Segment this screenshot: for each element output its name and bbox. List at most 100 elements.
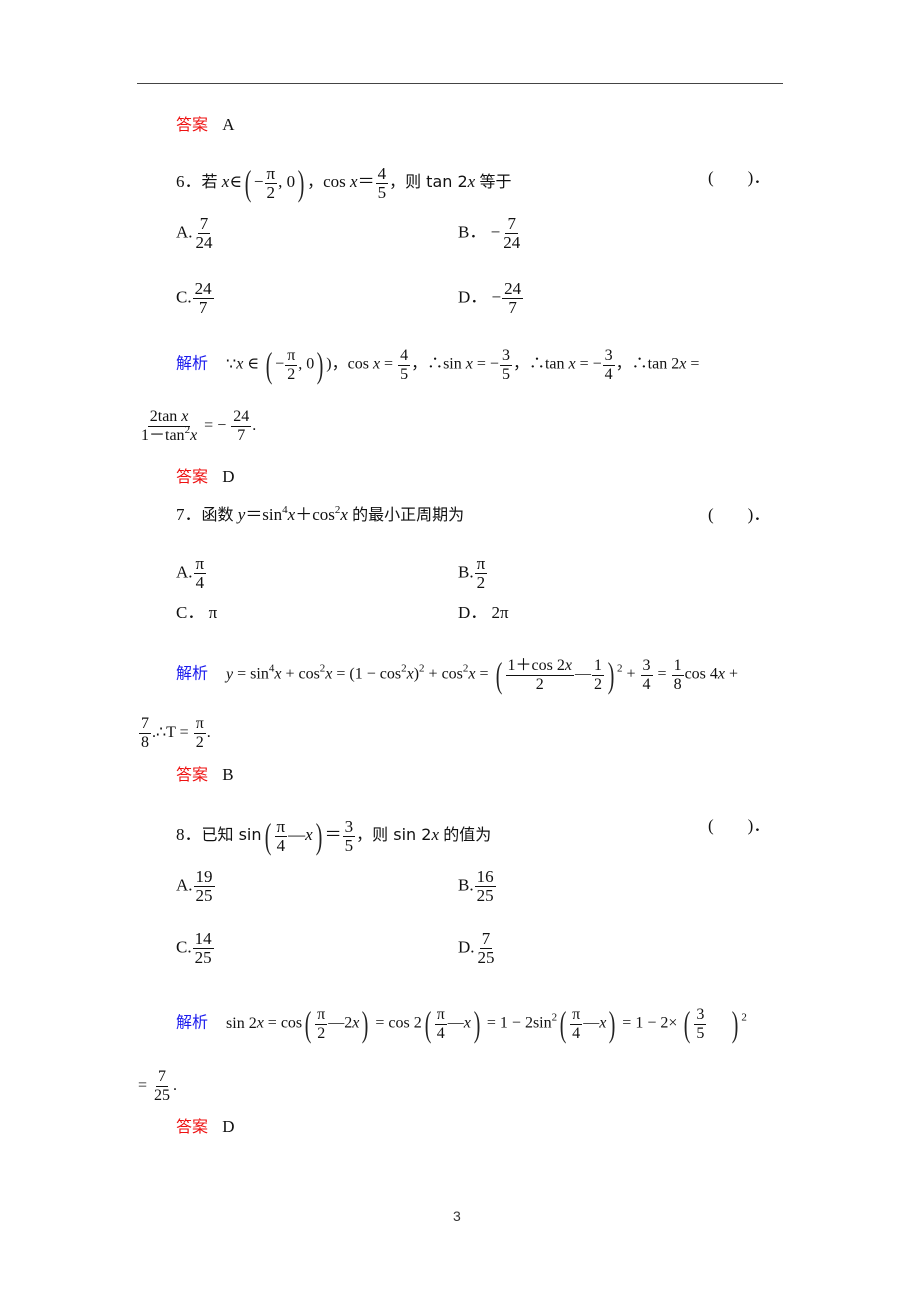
num: 4	[375, 163, 389, 184]
var-x: x	[463, 1014, 471, 1032]
den: 25	[194, 948, 212, 967]
var-x: x	[406, 665, 414, 683]
text: )，cos	[326, 355, 373, 373]
var-x: x	[599, 1014, 607, 1032]
text: = sin	[233, 665, 269, 683]
num: 7	[156, 1068, 169, 1087]
num: 24	[502, 279, 524, 299]
question-number: 8．	[176, 824, 202, 844]
num: π	[315, 1005, 328, 1025]
option-c[interactable]: C． π	[176, 603, 217, 623]
text: 1＋cos 2	[507, 656, 565, 674]
option-c[interactable]: C. 24 7	[176, 280, 215, 317]
num: 7	[197, 214, 211, 234]
sign: −	[490, 222, 501, 242]
fraction: 7 24	[501, 215, 522, 252]
fraction: π2	[285, 347, 298, 384]
equals: =	[575, 355, 593, 373]
minus: −	[275, 355, 285, 373]
analysis-label: 解析	[176, 353, 209, 373]
answer-value: A	[222, 115, 235, 134]
option-d[interactable]: D． 2π	[458, 603, 509, 623]
fraction: π4	[434, 1006, 447, 1043]
num: 7	[505, 214, 518, 234]
num: 7	[139, 715, 151, 734]
den: 4	[604, 365, 613, 383]
paren-right: )	[607, 655, 615, 695]
equals: =	[138, 1077, 152, 1095]
answer-label: 答案	[176, 115, 209, 134]
paren-left: (	[424, 1004, 432, 1044]
option-b[interactable]: B. 16 25	[458, 868, 497, 905]
den: 2	[317, 1024, 326, 1042]
var-x: x	[468, 665, 476, 683]
num: 7	[479, 929, 493, 949]
fraction: 7 25	[152, 1068, 172, 1105]
option-c[interactable]: C. 14 25	[176, 930, 215, 967]
den: 8	[673, 675, 682, 693]
analysis-label: 解析	[176, 663, 209, 683]
text: .∴T =	[152, 724, 193, 742]
option-label: C.	[176, 937, 192, 957]
var-x: x	[352, 1014, 360, 1032]
answer-line-prev: 答案 A	[176, 115, 235, 135]
fraction: 24 7	[192, 280, 214, 317]
period: .	[252, 417, 257, 435]
den: 24	[503, 233, 521, 252]
sign: −	[491, 287, 502, 307]
option-a[interactable]: A. 7 24	[176, 215, 216, 252]
den: 8	[141, 734, 149, 751]
fraction: 14 25	[192, 930, 214, 967]
answer-line-6: 答案 D	[176, 467, 235, 487]
comma: ,	[278, 171, 287, 191]
den: 5	[377, 182, 387, 202]
fraction: 19 25	[193, 868, 215, 905]
den: 25	[154, 1087, 171, 1104]
var-x: x	[305, 824, 313, 844]
symbol-in: ∈	[229, 171, 242, 191]
option-d[interactable]: D． −24 7	[458, 280, 524, 317]
option-b[interactable]: B． −7 24	[458, 215, 523, 252]
equals: =	[686, 355, 700, 373]
text: + cos	[424, 665, 463, 683]
answer-value: B	[222, 765, 234, 784]
option-b[interactable]: B. π 2	[458, 555, 488, 592]
option-label: D．	[458, 287, 488, 307]
den: 4	[642, 675, 651, 693]
option-a[interactable]: A. 19 25	[176, 868, 216, 905]
fraction: π2	[315, 1005, 328, 1043]
option-label: C.	[176, 287, 192, 307]
num: 16	[474, 867, 496, 887]
paren-right: )	[608, 1004, 616, 1044]
den: 4	[572, 1024, 581, 1042]
text: = 1 − 2×	[618, 1014, 678, 1032]
question-6: 6．若 x∈(− π 2, 0) ，cos x＝ 4 5 ，则 tan 2x 等于	[176, 163, 511, 203]
analysis-8: 解析 sin 2x = cos(π 2 —2x) = cos 2(π 4 —x) = 1…	[176, 1004, 747, 1044]
option-a[interactable]: A. π 4	[176, 555, 207, 592]
den: 5	[501, 365, 510, 383]
q-text: 函数	[201, 505, 234, 524]
minus: −	[489, 355, 499, 373]
var-x: x	[467, 171, 476, 191]
var-x: x	[568, 355, 576, 373]
option-label: D．	[458, 603, 488, 622]
num: π	[570, 1005, 583, 1025]
fraction: π2	[264, 164, 278, 202]
fraction: 2tan x 1－tan2x	[139, 408, 199, 445]
analysis-7: 解析 y = sin4x + cos2x = (1 − cos2x)2 + co…	[176, 655, 739, 695]
den: 4	[436, 1024, 445, 1042]
paren-left: (	[495, 655, 502, 695]
because: ∵	[226, 355, 237, 373]
fraction: 34	[640, 657, 653, 694]
option-d[interactable]: D. 7 25	[458, 930, 498, 967]
option-label: C．	[176, 603, 205, 622]
q-text: ，则 tan 2	[389, 171, 468, 191]
var-x: x	[465, 355, 473, 373]
text: ，∴tan 2	[615, 355, 680, 373]
q-text: 的最小正周期为	[352, 505, 465, 524]
num: 1	[671, 656, 684, 676]
var-x: x	[350, 171, 358, 191]
answer-value: D	[222, 1117, 235, 1136]
var-x: x	[431, 824, 439, 844]
paren-left: (	[264, 816, 271, 856]
